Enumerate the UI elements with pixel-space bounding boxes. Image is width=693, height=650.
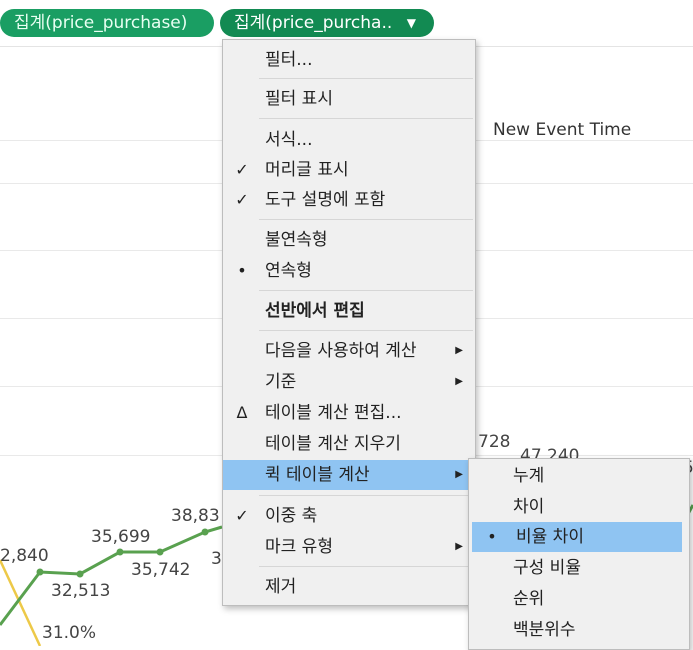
menu-item-label: 백분위수 xyxy=(513,620,576,640)
data-point xyxy=(36,568,44,576)
submenu-arrow-icon: ▶ xyxy=(455,376,463,387)
data-label: 31.0% xyxy=(42,623,97,643)
menu-item-label: 비율 차이 xyxy=(516,527,584,547)
menu-item-label: 기준 xyxy=(265,372,297,392)
series-line-yellow xyxy=(0,559,42,646)
data-point xyxy=(156,548,164,556)
menu-item-label: 도구 설명에 포함 xyxy=(265,190,386,210)
menu-item-label: 제거 xyxy=(265,577,297,597)
menu-separator xyxy=(259,290,473,291)
menu-separator xyxy=(259,566,473,567)
submenu-item-running-total[interactable]: 누계 xyxy=(469,461,683,491)
menu-item-discrete[interactable]: 불연속형 xyxy=(223,225,475,255)
bullet-icon: • xyxy=(487,527,497,546)
delta-icon: Δ xyxy=(236,403,248,422)
submenu-arrow-icon: ▶ xyxy=(455,469,463,480)
menu-item-label: 선반에서 편집 xyxy=(265,301,365,321)
data-point xyxy=(201,528,209,536)
menu-separator xyxy=(259,78,473,79)
menu-item-label: 필터 표시 xyxy=(265,89,333,109)
menu-item-label: 이중 축 xyxy=(265,506,318,526)
submenu-item-percent-difference[interactable]: • 비율 차이 xyxy=(472,522,682,552)
menu-item-format[interactable]: 서식... xyxy=(223,125,475,155)
menu-item-label: 테이블 계산 편집... xyxy=(265,403,402,423)
menu-item-label: 순위 xyxy=(513,589,545,609)
menu-item-label: 서식... xyxy=(265,130,313,150)
checkmark-icon: ✓ xyxy=(235,160,249,179)
menu-item-label: 연속형 xyxy=(265,261,312,281)
data-label: 32,513 xyxy=(51,581,111,601)
menu-item-remove[interactable]: 제거 xyxy=(223,572,475,602)
menu-item-continuous[interactable]: • 연속형 xyxy=(223,256,475,286)
menu-item-label: 머리글 표시 xyxy=(265,160,349,180)
menu-separator xyxy=(259,495,473,496)
menu-item-label: 퀵 테이블 계산 xyxy=(265,465,370,485)
data-label: 728 xyxy=(478,432,511,452)
quick-table-calc-submenu: 누계 차이 • 비율 차이 구성 비율 순위 백분위수 xyxy=(468,458,690,650)
menu-item-label: 누계 xyxy=(513,466,545,486)
menu-item-label: 구성 비율 xyxy=(513,558,581,578)
menu-separator xyxy=(259,219,473,220)
data-label: 35,699 xyxy=(91,527,151,547)
menu-item-clear-table-calc[interactable]: 테이블 계산 지우기 xyxy=(223,429,475,459)
menu-item-label: 다음을 사용하여 계산 xyxy=(265,341,417,361)
submenu-arrow-icon: ▶ xyxy=(455,541,463,552)
menu-separator xyxy=(259,118,473,119)
data-label: 35,742 xyxy=(131,560,191,580)
menu-item-label: 마크 유형 xyxy=(265,537,333,557)
menu-item-edit-in-shelf[interactable]: 선반에서 편집 xyxy=(223,296,475,326)
menu-item-label: 필터... xyxy=(265,50,313,70)
menu-item-show-header[interactable]: ✓ 머리글 표시 xyxy=(223,155,475,185)
menu-item-quick-table-calc[interactable]: 퀵 테이블 계산 ▶ xyxy=(223,460,475,490)
data-point xyxy=(116,548,124,556)
menu-item-label: 차이 xyxy=(513,497,545,517)
menu-item-filter[interactable]: 필터... xyxy=(223,45,475,75)
menu-item-label: 테이블 계산 지우기 xyxy=(265,434,401,454)
submenu-arrow-icon: ▶ xyxy=(455,345,463,356)
menu-item-dual-axis[interactable]: ✓ 이중 축 xyxy=(223,501,475,531)
menu-item-edit-table-calc[interactable]: Δ 테이블 계산 편집... xyxy=(223,398,475,428)
data-label: 38,83 xyxy=(171,506,220,526)
submenu-item-percent-of-total[interactable]: 구성 비율 xyxy=(469,553,683,583)
pill-context-menu: 필터... 필터 표시 서식... ✓ 머리글 표시 ✓ 도구 설명에 포함 불… xyxy=(222,39,476,606)
menu-item-relative-to[interactable]: 기준 ▶ xyxy=(223,367,475,397)
menu-item-label: 불연속형 xyxy=(265,230,328,250)
submenu-item-difference[interactable]: 차이 xyxy=(469,492,683,522)
menu-item-include-in-tooltip[interactable]: ✓ 도구 설명에 포함 xyxy=(223,185,475,215)
bullet-icon: • xyxy=(237,261,247,280)
data-label: 2,840 xyxy=(0,546,49,566)
menu-item-show-filter[interactable]: 필터 표시 xyxy=(223,84,475,114)
submenu-item-rank[interactable]: 순위 xyxy=(469,584,683,614)
data-label: 3 xyxy=(211,549,222,569)
menu-item-compute-using[interactable]: 다음을 사용하여 계산 ▶ xyxy=(223,336,475,366)
checkmark-icon: ✓ xyxy=(235,190,249,209)
menu-separator xyxy=(259,330,473,331)
data-point xyxy=(76,570,84,578)
menu-item-mark-type[interactable]: 마크 유형 ▶ xyxy=(223,532,475,562)
checkmark-icon: ✓ xyxy=(235,506,249,525)
submenu-item-percentile[interactable]: 백분위수 xyxy=(469,615,683,645)
